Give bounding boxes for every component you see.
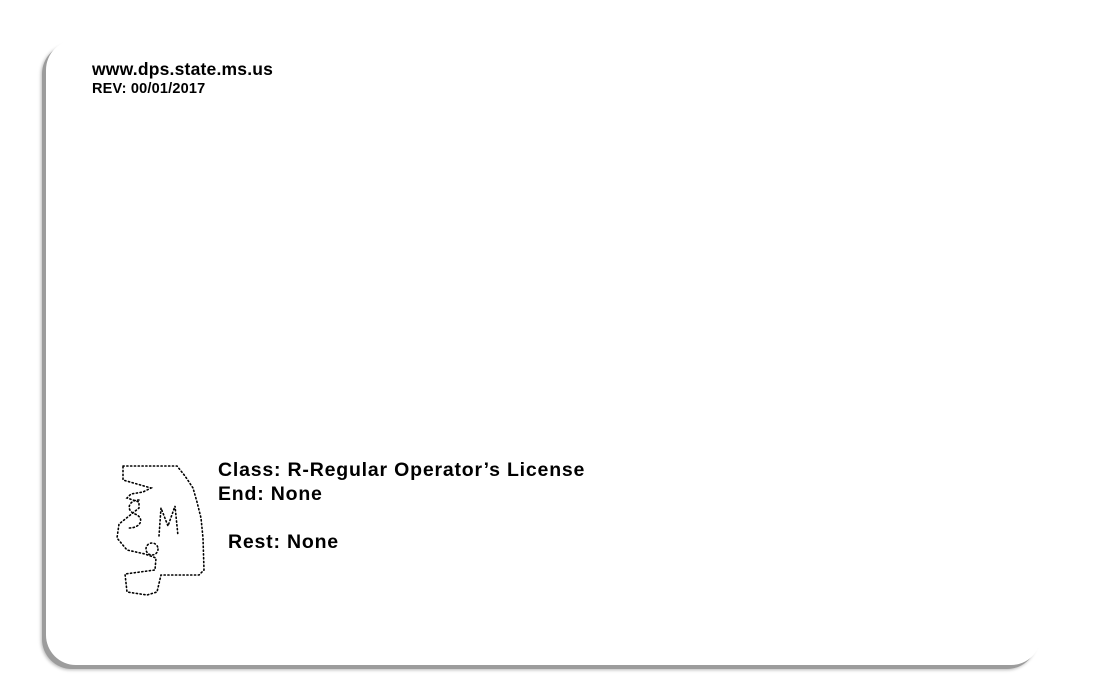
revision-date: REV: 00/01/2017 [92, 81, 206, 97]
license-endorsements: End: None [218, 483, 323, 505]
license-class: Class: R-Regular Operator’s License [218, 459, 586, 481]
license-restrictions: Rest: None [228, 531, 339, 553]
license-details: Class: R-Regular Operator’s License End:… [218, 458, 585, 554]
website-url: www.dps.state.ms.us [92, 59, 274, 79]
card-header: www.dps.state.ms.us REV: 00/01/2017 [92, 59, 273, 99]
license-card-back-view: www.dps.state.ms.us REV: 00/01/2017 Clas… [0, 0, 1100, 700]
mississippi-state-outline-icon [116, 465, 205, 596]
